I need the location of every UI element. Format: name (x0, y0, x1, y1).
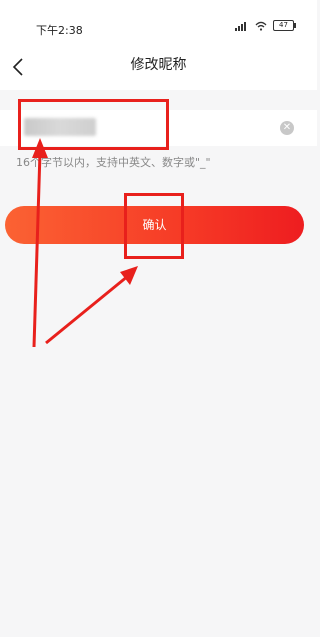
battery-icon: 47 (273, 20, 296, 31)
arrow-to-confirm (45, 266, 138, 345)
nickname-value-blurred[interactable] (24, 118, 96, 136)
clear-icon[interactable]: ✕ (280, 121, 294, 135)
nickname-hint: 16个字节以内，支持中英文、数字或"_" (16, 156, 211, 169)
wifi-icon (255, 21, 267, 31)
signal-icon (235, 21, 249, 31)
status-bar: 下午2:38 47 (0, 0, 317, 50)
confirm-button[interactable]: 确认 (5, 206, 304, 244)
annotation-arrows (32, 138, 138, 348)
status-icons: 47 (235, 20, 296, 31)
page-title: 修改昵称 (130, 57, 187, 73)
status-time: 下午2:38 (36, 24, 83, 37)
